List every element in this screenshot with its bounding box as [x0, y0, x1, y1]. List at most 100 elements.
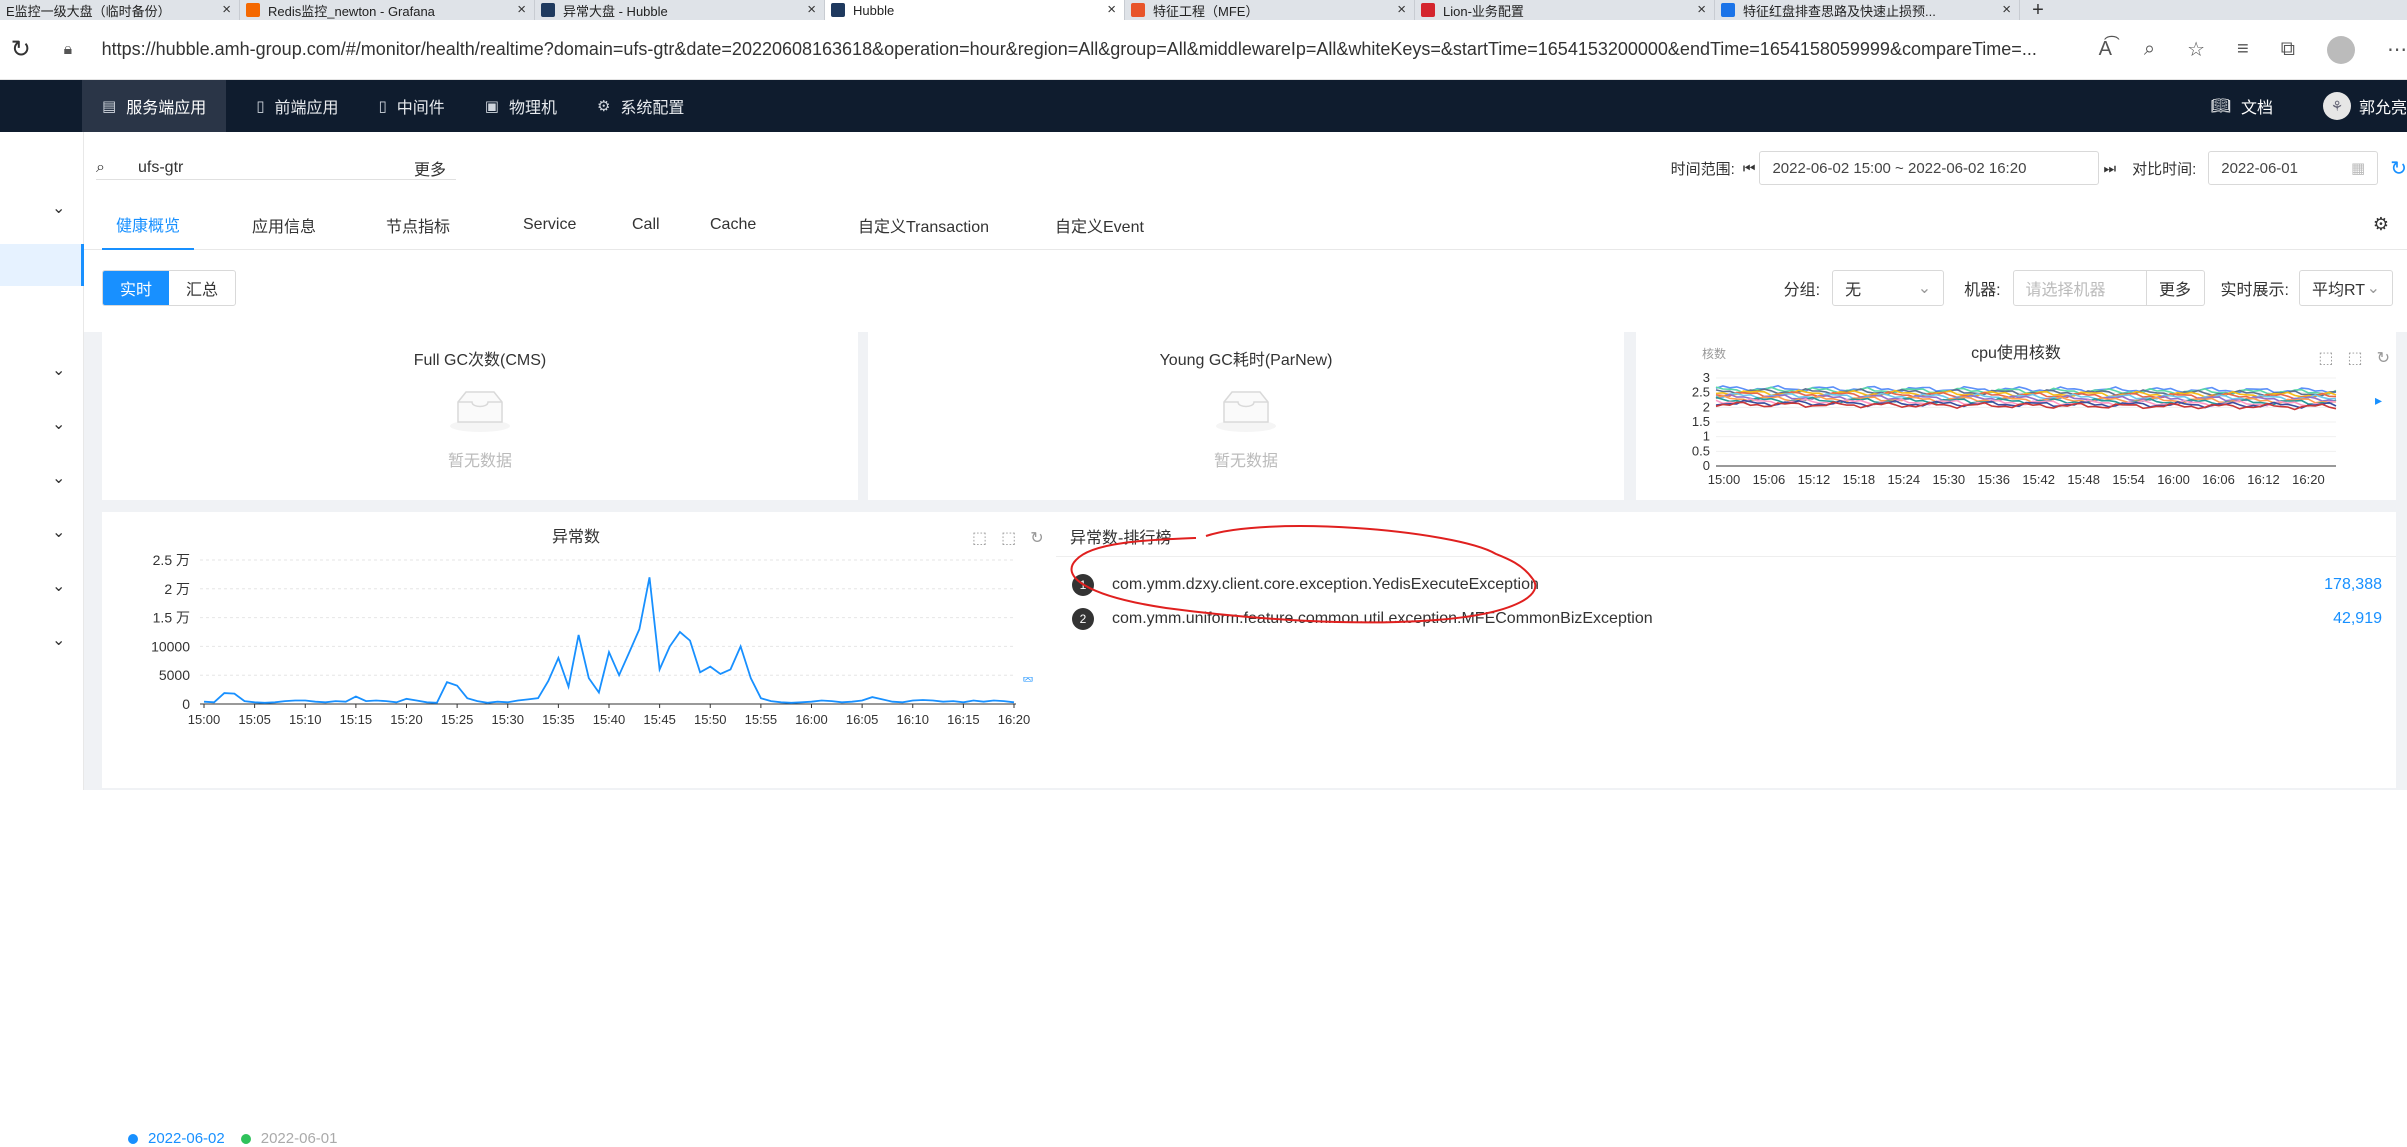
chart-title: cpu使用核数 [1971, 344, 2061, 362]
group-select[interactable]: 无 ⌄ [1832, 270, 1945, 306]
browser-tab-label: Hubble [853, 2, 895, 18]
tab-item[interactable]: 节点指标 [386, 200, 450, 250]
chevron-down-icon[interactable]: ⌄ [52, 360, 65, 380]
close-icon[interactable]: × [1107, 1, 1116, 18]
chevron-down-icon[interactable]: ⌄ [52, 468, 65, 488]
tab-item[interactable]: Call [632, 200, 660, 250]
app-search[interactable]: ⌕ ufs-gtr 更多 [96, 156, 456, 180]
favorite-icon[interactable]: ☆ [2187, 37, 2205, 62]
more-icon[interactable]: ⋯ [2387, 37, 2407, 62]
zoom-area-icon[interactable]: ⬚ [2318, 348, 2333, 368]
refresh-icon[interactable]: ↻ [2390, 156, 2407, 181]
legend-item[interactable]: 2022-06-01 [261, 1130, 338, 1147]
settings-icon: ⚙ [596, 98, 611, 115]
zoom-icon[interactable]: ⌕ [2144, 38, 2155, 61]
browser-tab[interactable]: Lion-业务配置 × [1415, 0, 1715, 20]
search-more-button[interactable]: 更多 [414, 156, 446, 180]
browser-tab[interactable]: 特征红盘排查思路及快速止损预... × [1715, 0, 2020, 20]
compare-time-input[interactable]: 2022-06-01 ▦ [2208, 151, 2379, 185]
realtime-button[interactable]: 实时 [103, 271, 169, 305]
restore-icon[interactable]: ↻ [1030, 528, 1043, 548]
exception-count[interactable]: 42,919 [2333, 610, 2382, 628]
tab-item[interactable]: 自定义Event [1055, 200, 1144, 250]
close-icon[interactable]: × [517, 1, 526, 18]
display-select[interactable]: 平均RT ⌄ [2299, 270, 2393, 306]
favorites-list-icon[interactable]: ≡ [2237, 38, 2249, 61]
summary-button[interactable]: 汇总 [169, 271, 235, 305]
nav-item[interactable]: ▣ 物理机 [465, 80, 577, 132]
x-tick-label: 16:12 [2247, 472, 2280, 487]
nav-item[interactable]: ▤ 服务端应用 [82, 80, 227, 132]
read-aloud-icon[interactable]: A͡ [2099, 38, 2112, 61]
y-tick-label: 2 万 [164, 581, 190, 597]
url-text[interactable]: https://hubble.amh-group.com/#/monitor/h… [102, 39, 2037, 60]
browser-tab[interactable]: E监控一级大盘（临时备份） × [0, 0, 240, 20]
tab-item[interactable]: 健康概览 [102, 200, 195, 250]
main-nav: ▤ 服务端应用 ▯ 前端应用 ▯ 中间件 ▣ 物理机 ⚙ 系统配置 [0, 80, 704, 132]
browser-tab[interactable]: Redis监控_newton - Grafana × [240, 0, 535, 20]
y-tick-label: 5000 [159, 667, 190, 683]
cpu-panel: cpu使用核数 核数 3 2.5 2 1.5 1 0.5 0 15:00 15:06 15:12 15:… [1636, 332, 2396, 500]
red-circle-annotation [1070, 525, 1537, 624]
refresh-icon[interactable]: ↻ [4, 35, 38, 64]
tab-item[interactable]: Service [523, 200, 576, 250]
browser-tab[interactable]: Hubble × [825, 0, 1125, 20]
y-axis-label: 核数 [1702, 346, 1726, 361]
docs-link[interactable]: 📖︎ 文档 [2211, 94, 2273, 118]
collections-icon[interactable]: ⧉ [2281, 38, 2295, 61]
restore-icon[interactable]: ↻ [2377, 348, 2390, 368]
y-tick-label: 2.5 [1692, 385, 1710, 400]
nav-item[interactable]: ▯ 前端应用 [236, 80, 358, 132]
full-gc-panel: Full GC次数(CMS) 暂无数据 [102, 332, 858, 500]
search-input[interactable]: ufs-gtr [138, 159, 414, 177]
y-tick-label: 1.5 [1692, 414, 1710, 429]
time-range-input[interactable]: 2022-06-02 15:00 ~ 2022-06-02 16:20 [1759, 151, 2100, 185]
zoom-reset-icon[interactable]: ⬚ [2347, 348, 2362, 368]
exception-count[interactable]: 178,388 [2324, 576, 2382, 594]
gear-icon[interactable]: ⚙ [2373, 214, 2389, 235]
next-range-icon[interactable]: ⏭︎ [2103, 160, 2116, 177]
close-icon[interactable]: × [1397, 1, 1406, 18]
x-tick-label: 16:05 [846, 712, 879, 727]
legend-item[interactable]: 2022-06-02 [148, 1130, 225, 1147]
close-icon[interactable]: × [222, 1, 231, 18]
tab-item[interactable]: 自定义Transaction [858, 200, 989, 250]
browser-tab[interactable]: 特征工程（MFE） × [1125, 0, 1415, 20]
x-tick-label: 15:18 [1843, 472, 1876, 487]
close-icon[interactable]: × [1697, 1, 1706, 18]
x-tick-label: 15:20 [390, 712, 423, 727]
legend-dot [128, 1133, 138, 1144]
sidebar-active-item[interactable] [0, 244, 84, 286]
chevron-down-icon[interactable]: ⌄ [52, 630, 65, 650]
mode-toggle: 实时 汇总 [102, 270, 236, 306]
lock-icon[interactable]: 🔒︎ [64, 41, 84, 59]
legend-scroll-icon[interactable]: ▸ [2375, 392, 2382, 409]
nav-item[interactable]: ⚙ 系统配置 [577, 80, 704, 132]
machine-more-button[interactable]: 更多 [2146, 270, 2205, 306]
browser-tab[interactable]: 异常大盘 - Hubble × [535, 0, 825, 20]
chevron-down-icon[interactable]: ⌄ [52, 576, 65, 596]
nav-item[interactable]: ▯ 中间件 [358, 80, 464, 132]
user-menu[interactable]: ⚘ 郭允亮 [2322, 92, 2407, 120]
close-icon[interactable]: × [807, 1, 816, 18]
zoom-area-icon[interactable]: ⬚ [972, 528, 987, 548]
share-icon[interactable]: ⮹ [1022, 672, 1034, 689]
machine-select[interactable]: 请选择机器 [2012, 270, 2147, 306]
url-field[interactable]: 🔒︎ https://hubble.amh-group.com/#/monito… [64, 28, 2059, 72]
x-tick-label: 15:24 [1888, 472, 1921, 487]
zoom-reset-icon[interactable]: ⬚ [1001, 528, 1016, 548]
browser-tab-label: 特征工程（MFE） [1153, 3, 1259, 19]
tab-item[interactable]: Cache [710, 200, 756, 250]
x-tick-label: 16:15 [947, 712, 980, 727]
close-icon[interactable]: × [2002, 1, 2011, 18]
chevron-down-icon[interactable]: ⌄ [52, 414, 65, 434]
browser-tab-bar: E监控一级大盘（临时备份） × Redis监控_newton - Grafana × 异… [0, 0, 2407, 21]
browser-tab-label: 异常大盘 - Hubble [563, 3, 668, 19]
new-tab-button[interactable]: + [2020, 0, 2056, 21]
prev-range-icon[interactable]: ⏮︎ [1743, 160, 1756, 177]
profile-icon[interactable] [2327, 35, 2355, 64]
chevron-down-icon[interactable]: ⌄ [52, 522, 65, 542]
server-app-icon: ▤ [102, 98, 117, 115]
tab-item[interactable]: 应用信息 [252, 200, 316, 250]
chevron-down-icon[interactable]: ⌄ [52, 198, 65, 218]
